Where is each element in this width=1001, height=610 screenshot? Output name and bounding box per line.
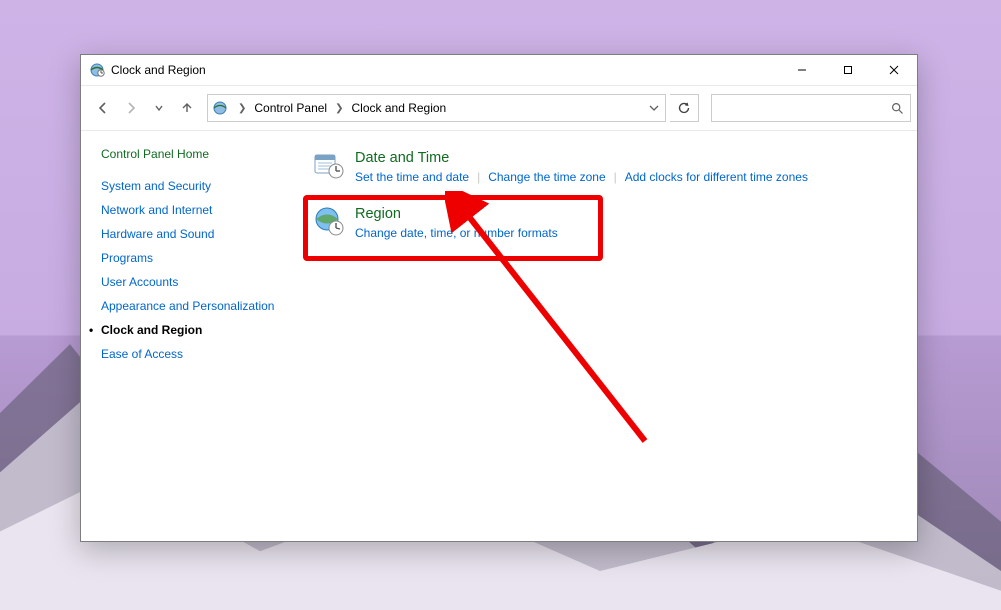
link-separator: | bbox=[469, 170, 488, 184]
back-button[interactable] bbox=[91, 96, 115, 120]
sidebar-item[interactable]: Programs bbox=[101, 251, 297, 265]
titlebar: Clock and Region bbox=[81, 55, 917, 86]
chevron-right-icon[interactable]: ❯ bbox=[329, 103, 349, 114]
category-link[interactable]: Set the time and date bbox=[355, 170, 469, 184]
category-title[interactable]: Region bbox=[355, 205, 897, 223]
region-icon bbox=[313, 205, 345, 237]
sidebar-item[interactable]: Appearance and Personalization bbox=[101, 299, 297, 313]
maximize-button[interactable] bbox=[825, 55, 871, 85]
close-button[interactable] bbox=[871, 55, 917, 85]
category-link[interactable]: Change date, time, or number formats bbox=[355, 226, 558, 240]
forward-button[interactable] bbox=[119, 96, 143, 120]
breadcrumb-root[interactable]: Control Panel bbox=[252, 101, 329, 115]
address-dropdown-button[interactable] bbox=[643, 95, 665, 121]
category-date-time: Date and TimeSet the time and date|Chang… bbox=[309, 143, 901, 195]
category-region: Region Change date, time, or number forma… bbox=[309, 199, 901, 251]
chevron-right-icon[interactable]: ❯ bbox=[232, 103, 252, 114]
sidebar-item[interactable]: System and Security bbox=[101, 179, 297, 193]
search-box[interactable] bbox=[711, 94, 911, 122]
sidebar-item[interactable]: Ease of Access bbox=[101, 347, 297, 361]
search-input[interactable] bbox=[712, 100, 884, 116]
category-link[interactable]: Change the time zone bbox=[488, 170, 605, 184]
category-link[interactable]: Add clocks for different time zones bbox=[625, 170, 808, 184]
breadcrumb-current[interactable]: Clock and Region bbox=[350, 101, 449, 115]
content-pane: Date and TimeSet the time and date|Chang… bbox=[305, 131, 917, 541]
address-bar-icon bbox=[208, 100, 232, 116]
recent-locations-button[interactable] bbox=[147, 96, 171, 120]
desktop-background: Clock and Region bbox=[0, 0, 1001, 610]
category-title[interactable]: Date and Time bbox=[355, 149, 897, 167]
sidebar-item[interactable]: Network and Internet bbox=[101, 203, 297, 217]
window-icon bbox=[89, 62, 105, 78]
up-button[interactable] bbox=[175, 96, 199, 120]
link-separator: | bbox=[606, 170, 625, 184]
refresh-button[interactable] bbox=[670, 94, 699, 122]
nav-toolbar: ❯ Control Panel ❯ Clock and Region bbox=[81, 86, 917, 131]
window-title: Clock and Region bbox=[111, 63, 206, 77]
date-time-icon bbox=[313, 149, 345, 181]
control-panel-window: Clock and Region bbox=[80, 54, 918, 542]
address-bar[interactable]: ❯ Control Panel ❯ Clock and Region bbox=[207, 94, 666, 122]
sidebar-item[interactable]: User Accounts bbox=[101, 275, 297, 289]
sidebar-item[interactable]: Clock and Region bbox=[101, 323, 297, 337]
search-icon[interactable] bbox=[884, 102, 910, 115]
sidebar-item[interactable]: Hardware and Sound bbox=[101, 227, 297, 241]
sidebar-home[interactable]: Control Panel Home bbox=[101, 147, 297, 161]
minimize-button[interactable] bbox=[779, 55, 825, 85]
sidebar: Control Panel Home System and Security Ne… bbox=[81, 131, 305, 541]
